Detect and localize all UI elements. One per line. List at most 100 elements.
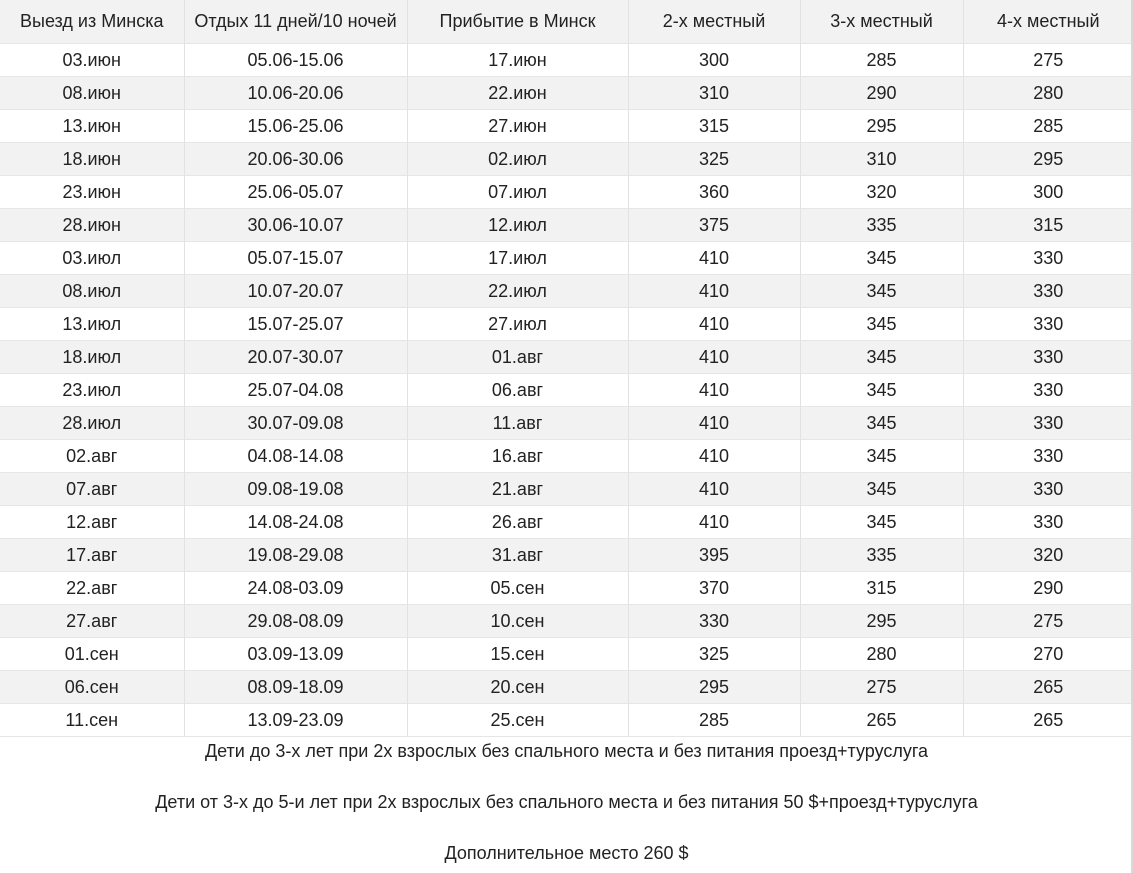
col-header-quad-room: 4-х местный [962, 0, 1133, 44]
cell-departure: 28.июл [0, 406, 184, 440]
cell-triple-price: 345 [799, 406, 963, 440]
cell-departure: 22.авг [0, 571, 184, 605]
cell-quad-price: 275 [962, 604, 1133, 638]
cell-departure: 01.сен [0, 637, 184, 671]
cell-departure: 03.июл [0, 241, 184, 275]
table-row: 01.сен 03.09-13.09 15.сен 325 280 270 [0, 637, 1133, 671]
cell-stay: 05.06-15.06 [183, 43, 407, 77]
cell-quad-price: 330 [962, 472, 1133, 506]
cell-triple-price: 295 [799, 604, 963, 638]
note-extra-bed: Дополнительное место 260 $ [444, 843, 689, 863]
cell-quad-price: 270 [962, 637, 1133, 671]
table-row: 06.сен 08.09-18.09 20.сен 295 275 265 [0, 670, 1133, 704]
table-row: 13.июн 15.06-25.06 27.июн 315 295 285 [0, 109, 1133, 143]
cell-departure: 08.июл [0, 274, 184, 308]
cell-arrival: 10.сен [406, 604, 628, 638]
cell-quad-price: 290 [962, 571, 1133, 605]
table-row: 08.июн 10.06-20.06 22.июн 310 290 280 [0, 76, 1133, 110]
cell-arrival: 17.июн [406, 43, 628, 77]
cell-arrival: 17.июл [406, 241, 628, 275]
cell-arrival: 27.июл [406, 307, 628, 341]
cell-triple-price: 290 [799, 76, 963, 110]
cell-departure: 07.авг [0, 472, 184, 506]
cell-arrival: 20.сен [406, 670, 628, 704]
cell-departure: 23.июн [0, 175, 184, 209]
cell-arrival: 07.июл [406, 175, 628, 209]
cell-quad-price: 330 [962, 307, 1133, 341]
cell-quad-price: 330 [962, 406, 1133, 440]
cell-quad-price: 330 [962, 439, 1133, 473]
cell-departure: 28.июн [0, 208, 184, 242]
table-row: 07.авг 09.08-19.08 21.авг 410 345 330 [0, 472, 1133, 506]
cell-departure: 23.июл [0, 373, 184, 407]
cell-triple-price: 345 [799, 439, 963, 473]
table-row: 27.авг 29.08-08.09 10.сен 330 295 275 [0, 604, 1133, 638]
cell-double-price: 370 [627, 571, 800, 605]
cell-departure: 08.июн [0, 76, 184, 110]
cell-arrival: 21.авг [406, 472, 628, 506]
cell-triple-price: 265 [799, 703, 963, 737]
cell-stay: 04.08-14.08 [183, 439, 407, 473]
cell-double-price: 330 [627, 604, 800, 638]
col-header-arrival: Прибытие в Минск [406, 0, 628, 44]
cell-double-price: 410 [627, 406, 800, 440]
table-row: 23.июн 25.06-05.07 07.июл 360 320 300 [0, 175, 1133, 209]
cell-arrival: 06.авг [406, 373, 628, 407]
cell-departure: 13.июн [0, 109, 184, 143]
cell-departure: 18.июл [0, 340, 184, 374]
table-row: 28.июл 30.07-09.08 11.авг 410 345 330 [0, 406, 1133, 440]
cell-stay: 24.08-03.09 [183, 571, 407, 605]
table-row: 13.июл 15.07-25.07 27.июл 410 345 330 [0, 307, 1133, 341]
cell-double-price: 315 [627, 109, 800, 143]
cell-triple-price: 335 [799, 538, 963, 572]
cell-departure: 06.сен [0, 670, 184, 704]
cell-double-price: 410 [627, 274, 800, 308]
cell-triple-price: 335 [799, 208, 963, 242]
table-row: 11.сен 13.09-23.09 25.сен 285 265 265 [0, 703, 1133, 737]
cell-stay: 10.07-20.07 [183, 274, 407, 308]
cell-triple-price: 345 [799, 373, 963, 407]
cell-double-price: 295 [627, 670, 800, 704]
notes: Дети до 3-х лет при 2х взрослых без спал… [0, 737, 1133, 864]
cell-quad-price: 315 [962, 208, 1133, 242]
tour-price-table: Выезд из Минска Отдых 11 дней/10 ночей П… [0, 0, 1133, 737]
table-row: 17.авг 19.08-29.08 31.авг 395 335 320 [0, 538, 1133, 572]
cell-stay: 08.09-18.09 [183, 670, 407, 704]
table-row: 12.авг 14.08-24.08 26.авг 410 345 330 [0, 505, 1133, 539]
cell-quad-price: 285 [962, 109, 1133, 143]
cell-double-price: 360 [627, 175, 800, 209]
cell-double-price: 410 [627, 439, 800, 473]
cell-stay: 14.08-24.08 [183, 505, 407, 539]
table-row: 18.июн 20.06-30.06 02.июл 325 310 295 [0, 142, 1133, 176]
cell-quad-price: 330 [962, 241, 1133, 275]
cell-triple-price: 320 [799, 175, 963, 209]
cell-stay: 03.09-13.09 [183, 637, 407, 671]
note-children-3-to-5: Дети от 3-х до 5-и лет при 2х взрослых б… [155, 792, 978, 812]
cell-departure: 11.сен [0, 703, 184, 737]
cell-double-price: 410 [627, 505, 800, 539]
table-body: 03.июн 05.06-15.06 17.июн 300 285 275 08.июн 10… [0, 43, 1133, 737]
cell-double-price: 375 [627, 208, 800, 242]
cell-stay: 20.06-30.06 [183, 142, 407, 176]
cell-triple-price: 345 [799, 505, 963, 539]
table-row: 22.авг 24.08-03.09 05.сен 370 315 290 [0, 571, 1133, 605]
cell-arrival: 01.авг [406, 340, 628, 374]
page: Выезд из Минска Отдых 11 дней/10 ночей П… [0, 0, 1133, 873]
cell-stay: 30.06-10.07 [183, 208, 407, 242]
cell-triple-price: 315 [799, 571, 963, 605]
cell-double-price: 325 [627, 142, 800, 176]
cell-double-price: 300 [627, 43, 800, 77]
cell-arrival: 27.июн [406, 109, 628, 143]
cell-quad-price: 330 [962, 505, 1133, 539]
cell-stay: 25.07-04.08 [183, 373, 407, 407]
cell-quad-price: 320 [962, 538, 1133, 572]
cell-arrival: 11.авг [406, 406, 628, 440]
cell-quad-price: 275 [962, 43, 1133, 77]
cell-departure: 27.авг [0, 604, 184, 638]
cell-stay: 15.06-25.06 [183, 109, 407, 143]
table-row: 18.июл 20.07-30.07 01.авг 410 345 330 [0, 340, 1133, 374]
table-header: Выезд из Минска Отдых 11 дней/10 ночей П… [0, 0, 1133, 44]
cell-triple-price: 285 [799, 43, 963, 77]
header-row: Выезд из Минска Отдых 11 дней/10 ночей П… [0, 0, 1133, 44]
cell-stay: 30.07-09.08 [183, 406, 407, 440]
